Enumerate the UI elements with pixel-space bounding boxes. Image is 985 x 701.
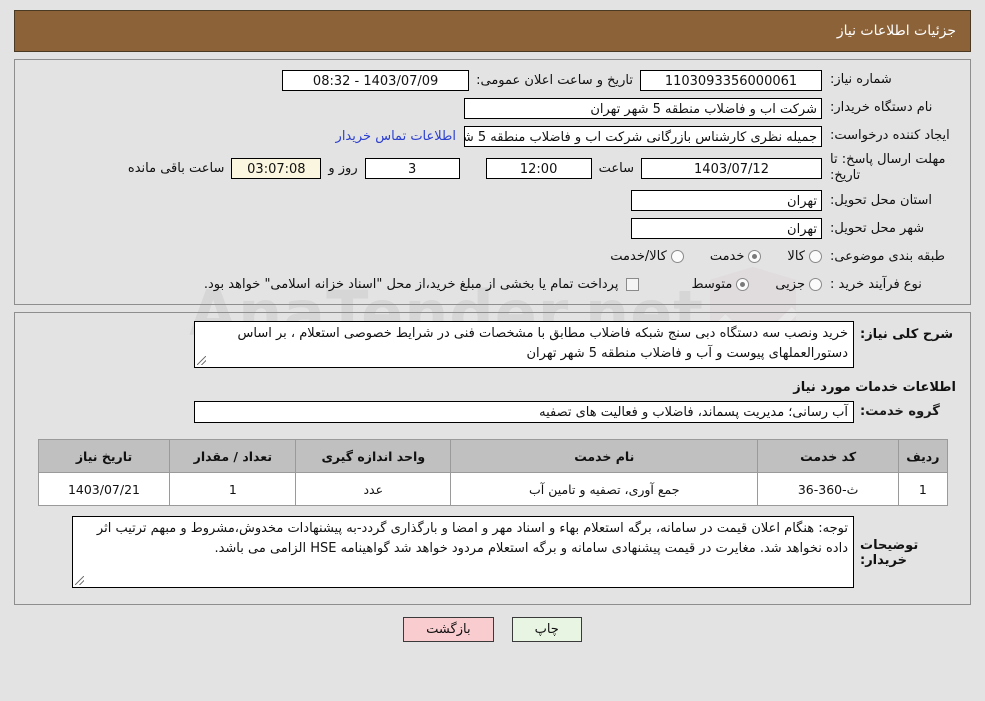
- row-process-type: نوع فرآیند خرید : جزیی متوسط پرداخت تمام…: [23, 273, 962, 297]
- page-title: جزئیات اطلاعات نیاز: [836, 23, 956, 39]
- col-header-service-code: کد خدمت: [757, 439, 900, 473]
- radio-kala-icon[interactable]: [809, 250, 822, 263]
- row-category: طبقه بندی موضوعی: کالا خدمت کالا/خدمت: [23, 245, 962, 269]
- remaining-days-value: 3: [364, 157, 460, 179]
- row-buyer-org: نام دستگاه خریدار: شرکت اب و فاضلاب منطق…: [23, 96, 962, 120]
- process-option-motavaset-label: متوسط: [691, 277, 733, 292]
- treasury-note: پرداخت تمام یا بخشی از مبلغ خرید،از محل …: [203, 277, 619, 292]
- cell-quantity: 1: [169, 472, 297, 506]
- category-option-khedmat-label: خدمت: [709, 249, 745, 264]
- col-header-row-no: ردیف: [898, 439, 948, 473]
- service-items-table-wrap: ردیف کد خدمت نام خدمت واحد اندازه گیری ت…: [23, 433, 962, 506]
- buyer-contact-link[interactable]: اطلاعات تماس خریدار: [328, 129, 464, 144]
- print-button[interactable]: چاپ: [511, 617, 582, 642]
- creator-value: جمیله نظری کارشناس بازرگانی شرکت اب و فا…: [464, 125, 822, 147]
- buyer-org-label: نام دستگاه خریدار:: [830, 100, 933, 116]
- row-province: استان محل تحویل: تهران: [23, 189, 962, 213]
- category-option-kala[interactable]: کالا: [787, 249, 822, 264]
- row-need-description: شرح کلی نیاز: خرید ونصب سه دستگاه دبی سن…: [23, 321, 962, 368]
- row-creator: ایجاد کننده درخواست: جمیله نظری کارشناس …: [23, 124, 962, 148]
- deadline-label: مهلت ارسال پاسخ: تا تاریخ:: [830, 152, 946, 184]
- category-option-kala-label: کالا: [787, 249, 805, 264]
- table-header-row: ردیف کد خدمت نام خدمت واحد اندازه گیری ت…: [37, 439, 948, 473]
- need-desc-label: شرح کلی نیاز:: [860, 327, 954, 342]
- footer-buttons: چاپ بازگشت: [0, 617, 985, 642]
- col-header-unit: واحد اندازه گیری: [295, 439, 452, 473]
- service-items-table: ردیف کد خدمت نام خدمت واحد اندازه گیری ت…: [37, 439, 948, 506]
- cell-row-no: 1: [898, 472, 948, 506]
- service-group-label: گروه خدمت:: [860, 404, 940, 419]
- process-label: نوع فرآیند خرید :: [830, 276, 922, 292]
- buyer-org-value: شرکت اب و فاضلاب منطقه 5 شهر تهران: [464, 97, 822, 119]
- creator-label: ایجاد کننده درخواست:: [830, 128, 950, 144]
- public-announce-label: تاریخ و ساعت اعلان عمومی:: [476, 72, 633, 88]
- category-option-kala-khedmat[interactable]: کالا/خدمت: [610, 249, 684, 264]
- radio-kala-khedmat-icon[interactable]: [670, 250, 684, 263]
- radio-motavaset-icon[interactable]: [736, 278, 750, 291]
- hour-label: ساعت: [598, 160, 634, 176]
- back-button[interactable]: بازگشت: [403, 617, 494, 642]
- days-label: روز و: [328, 160, 358, 176]
- radio-jozi-icon[interactable]: [809, 278, 822, 291]
- col-header-quantity: تعداد / مقدار: [169, 439, 297, 473]
- remaining-hours-label: ساعت باقی مانده: [127, 160, 225, 176]
- cell-service-code: ث-360-36: [757, 472, 900, 506]
- row-service-group: گروه خدمت: آب رسانی؛ مدیریت پسماند، فاضل…: [23, 401, 962, 423]
- province-value: تهران: [631, 190, 822, 211]
- buyer-notes-value[interactable]: توجه: هنگام اعلان قیمت در سامانه، برگه ا…: [72, 516, 854, 588]
- radio-khedmat-icon[interactable]: [748, 250, 762, 263]
- need-desc-value[interactable]: خرید ونصب سه دستگاه دبی سنج شبکه فاضلاب …: [194, 321, 854, 368]
- col-header-need-date: تاریخ نیاز: [37, 439, 171, 473]
- cell-service-name: جمع آوری، تصفیه و تامین آب: [450, 472, 759, 506]
- public-announce-value: 1403/07/09 - 08:32: [282, 69, 470, 91]
- need-info-panel: شماره نیاز: 1103093356000061 تاریخ و ساع…: [14, 59, 971, 305]
- need-number-value: 1103093356000061: [640, 69, 822, 91]
- cell-unit: عدد: [295, 472, 452, 506]
- col-header-service-name: نام خدمت: [450, 439, 759, 473]
- category-option-khedmat[interactable]: خدمت: [710, 249, 762, 264]
- services-section-title: اطلاعات خدمات مورد نیاز: [793, 380, 956, 395]
- row-buyer-notes: توضیحات خریدار: توجه: هنگام اعلان قیمت د…: [23, 516, 962, 588]
- row-deadline: مهلت ارسال پاسخ: تا تاریخ: 1403/07/12 سا…: [23, 152, 962, 185]
- category-option-kala-khedmat-label: کالا/خدمت: [610, 249, 667, 264]
- city-label: شهر محل تحویل:: [830, 220, 925, 236]
- table-row: 1 ث-360-36 جمع آوری، تصفیه و تامین آب عد…: [37, 472, 948, 506]
- province-label: استان محل تحویل:: [830, 192, 932, 208]
- process-option-jozi-label: جزیی: [775, 277, 805, 292]
- treasury-checkbox[interactable]: [626, 278, 640, 291]
- category-label: طبقه بندی موضوعی:: [830, 248, 946, 264]
- need-details-panel: شرح کلی نیاز: خرید ونصب سه دستگاه دبی سن…: [14, 312, 971, 605]
- cell-need-date: 1403/07/21: [37, 472, 171, 506]
- need-number-label: شماره نیاز:: [830, 72, 892, 88]
- deadline-date-value: 1403/07/12: [641, 157, 822, 179]
- buyer-notes-label: توضیحات خریدار:: [860, 538, 919, 568]
- page-header: جزئیات اطلاعات نیاز: [14, 10, 971, 52]
- row-city: شهر محل تحویل: تهران: [23, 217, 962, 241]
- process-option-motavaset[interactable]: متوسط: [691, 277, 750, 292]
- remaining-time-value: 03:07:08: [231, 157, 322, 179]
- row-need-number: شماره نیاز: 1103093356000061 تاریخ و ساع…: [23, 68, 962, 92]
- process-option-jozi[interactable]: جزیی: [775, 277, 822, 292]
- city-value: تهران: [631, 218, 822, 239]
- service-group-value: آب رسانی؛ مدیریت پسماند، فاضلاب و فعالیت…: [194, 401, 854, 423]
- deadline-hour-value: 12:00: [485, 157, 592, 179]
